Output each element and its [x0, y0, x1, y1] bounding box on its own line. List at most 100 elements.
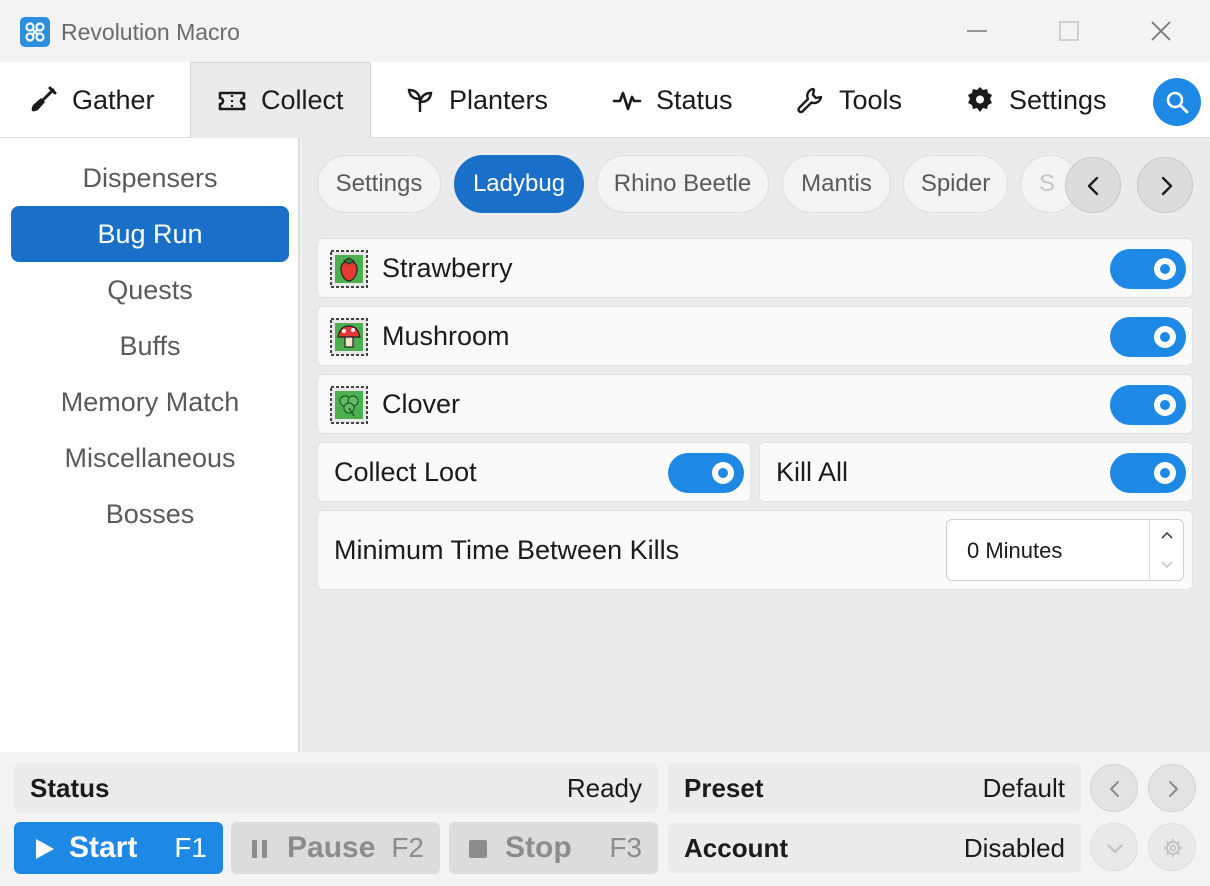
field-label: Strawberry — [382, 252, 513, 283]
min-time-spinbox[interactable]: 0 Minutes — [946, 519, 1184, 581]
tab-collect[interactable]: Collect — [190, 62, 371, 138]
stop-button[interactable]: Stop F3 — [449, 822, 658, 874]
subtab-mantis[interactable]: Mantis — [782, 155, 891, 213]
window-title: Revolution Macro — [61, 19, 240, 45]
preset-next-button[interactable] — [1148, 764, 1196, 812]
collect-loot-row: Collect Loot — [317, 442, 751, 502]
pause-label: Pause — [287, 831, 376, 864]
strawberry-icon — [330, 250, 368, 288]
maximize-icon — [1059, 21, 1079, 41]
chevron-down-icon — [1107, 844, 1123, 853]
chevron-left-icon — [1110, 781, 1119, 797]
field-row-clover: Clover — [317, 374, 1193, 434]
search-button[interactable] — [1153, 78, 1201, 126]
close-button[interactable] — [1139, 12, 1183, 50]
status-box: Status Ready — [14, 763, 658, 813]
sidebar-item-miscellaneous[interactable]: Miscellaneous — [11, 430, 289, 486]
ticket-icon — [218, 91, 246, 110]
revolution-logo-icon — [20, 17, 50, 47]
subtab-next-button[interactable] — [1137, 157, 1193, 213]
subtab-settings[interactable]: Settings — [317, 155, 441, 213]
spinbox-arrows[interactable] — [1149, 520, 1183, 580]
sidebar-item-dispensers[interactable]: Dispensers — [11, 150, 289, 206]
tab-tools[interactable]: Tools — [795, 62, 902, 138]
subtab-ladybug[interactable]: Ladybug — [454, 155, 584, 213]
chevron-right-icon — [1161, 176, 1173, 196]
field-label: Clover — [382, 388, 461, 419]
preset-value: Default — [982, 772, 1065, 803]
account-value: Disabled — [963, 832, 1065, 863]
chevron-up-icon[interactable] — [1160, 530, 1174, 540]
kill-all-toggle[interactable] — [1110, 453, 1186, 493]
start-label: Start — [69, 831, 138, 864]
pause-hotkey: F2 — [391, 832, 424, 863]
account-settings-button[interactable] — [1148, 823, 1196, 871]
pause-icon — [252, 840, 267, 858]
sidebar-item-quests[interactable]: Quests — [11, 262, 289, 318]
account-dropdown-button[interactable] — [1090, 823, 1138, 871]
preset-key: Preset — [684, 772, 764, 803]
min-time-label: Minimum Time Between Kills — [334, 534, 680, 565]
play-icon — [36, 839, 54, 859]
status-value: Ready — [566, 772, 642, 803]
sidebar: Dispensers Bug Run Quests Buffs Memory M… — [0, 138, 300, 752]
stop-label: Stop — [505, 831, 572, 864]
pulse-icon — [612, 91, 642, 111]
collect-loot-label: Collect Loot — [334, 456, 477, 487]
account-box: Account Disabled — [668, 823, 1081, 873]
sidebar-item-bosses[interactable]: Bosses — [11, 486, 289, 542]
gear-icon — [968, 87, 992, 112]
field-row-mushroom: Mushroom — [317, 306, 1193, 366]
tab-status[interactable]: Status — [612, 62, 733, 138]
tab-planters[interactable]: Planters — [405, 62, 548, 138]
wrench-icon — [797, 87, 823, 114]
minimize-button[interactable] — [955, 12, 999, 50]
preset-box: Preset Default — [668, 763, 1081, 813]
subtab-spider[interactable]: Spider — [903, 155, 1008, 213]
shovel-icon — [31, 86, 57, 112]
tab-label: Planters — [449, 84, 549, 115]
sidebar-item-bug-run[interactable]: Bug Run — [11, 206, 289, 262]
status-key: Status — [30, 772, 110, 803]
stop-icon — [469, 840, 487, 858]
tab-gather[interactable]: Gather — [28, 62, 155, 138]
kill-all-label: Kill All — [776, 456, 849, 487]
tab-label: Tools — [839, 84, 903, 115]
collect-loot-toggle[interactable] — [668, 453, 744, 493]
maximize-button[interactable] — [1047, 12, 1091, 50]
chevron-down-icon[interactable] — [1160, 560, 1174, 570]
content-panel: Settings Ladybug Rhino Beetle Mantis Spi… — [302, 138, 1210, 752]
account-key: Account — [684, 832, 788, 863]
chevron-right-icon — [1169, 781, 1178, 797]
clover-toggle[interactable] — [1110, 385, 1186, 425]
mushroom-icon — [330, 318, 368, 356]
gear-icon — [1164, 839, 1182, 857]
subtab-rhino-beetle[interactable]: Rhino Beetle — [596, 155, 769, 213]
sidebar-item-memory-match[interactable]: Memory Match — [11, 374, 289, 430]
clover-icon — [330, 386, 368, 424]
sprout-icon — [407, 88, 433, 112]
sidebar-item-buffs[interactable]: Buffs — [11, 318, 289, 374]
start-button[interactable]: Start F1 — [14, 822, 223, 874]
subtab-prev-button[interactable] — [1065, 157, 1121, 213]
stop-hotkey: F3 — [609, 832, 642, 863]
pause-button[interactable]: Pause F2 — [231, 822, 440, 874]
title-bar: Revolution Macro — [0, 0, 1210, 62]
tab-label: Gather — [72, 84, 155, 115]
search-icon — [1166, 91, 1189, 114]
tab-label: Status — [656, 84, 733, 115]
min-time-row: Minimum Time Between Kills 0 Minutes — [317, 510, 1193, 590]
preset-prev-button[interactable] — [1090, 764, 1138, 812]
mushroom-toggle[interactable] — [1110, 317, 1186, 357]
strawberry-toggle[interactable] — [1110, 249, 1186, 289]
minimize-icon — [967, 30, 987, 32]
bottom-bar: Status Ready Preset Default Start F1 Pau… — [0, 752, 1210, 886]
kill-all-row: Kill All — [759, 442, 1193, 502]
main-tab-bar: Gather Collect Planters Status Tools Set… — [0, 62, 1210, 138]
close-icon — [1151, 21, 1171, 41]
field-label: Mushroom — [382, 320, 510, 351]
tab-settings[interactable]: Settings — [965, 62, 1107, 138]
start-hotkey: F1 — [174, 832, 207, 863]
chevron-left-icon — [1087, 176, 1099, 196]
min-time-value: 0 Minutes — [967, 538, 1063, 563]
